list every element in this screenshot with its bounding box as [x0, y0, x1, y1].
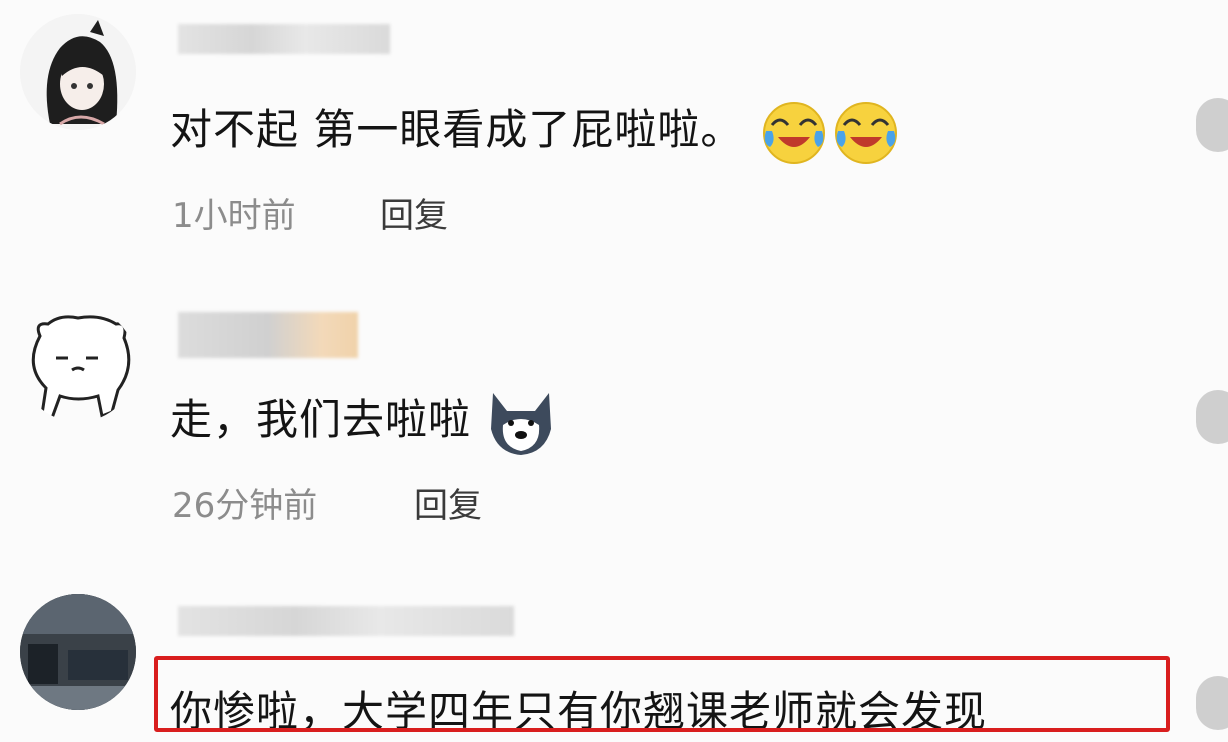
comment-text: 对不起 第一眼看成了屁啦啦。 [170, 96, 902, 165]
photo-avatar-icon [20, 594, 136, 710]
cartoon-bear-avatar-icon [20, 306, 136, 422]
like-button[interactable] [1196, 390, 1228, 444]
username-blurred[interactable] [178, 312, 358, 358]
username-blurred[interactable] [178, 24, 390, 54]
avatar[interactable] [20, 306, 136, 422]
timestamp: 26分钟前 [172, 486, 318, 526]
comment-item: 对不起 第一眼看成了屁啦啦。 1小时前 回复 [0, 0, 1228, 290]
anime-girl-avatar-icon [20, 14, 136, 130]
avatar[interactable] [20, 14, 136, 130]
reply-button[interactable]: 回复 [380, 188, 448, 237]
crying-laughing-emoji-icon [834, 101, 897, 164]
avatar[interactable] [20, 594, 136, 710]
husky-dog-emoji-icon [491, 392, 552, 455]
reply-button[interactable]: 回复 [414, 478, 482, 527]
comment-item: 走，我们去啦啦 26分钟前 回复 [0, 290, 1228, 580]
comment-text: 走，我们去啦啦 [170, 386, 557, 457]
like-button[interactable] [1196, 98, 1228, 152]
highlight-box [154, 656, 1170, 732]
username-blurred[interactable] [178, 606, 514, 636]
timestamp: 1小时前 [172, 196, 296, 236]
crying-laughing-emoji-icon [762, 101, 825, 164]
like-button[interactable] [1196, 676, 1228, 730]
